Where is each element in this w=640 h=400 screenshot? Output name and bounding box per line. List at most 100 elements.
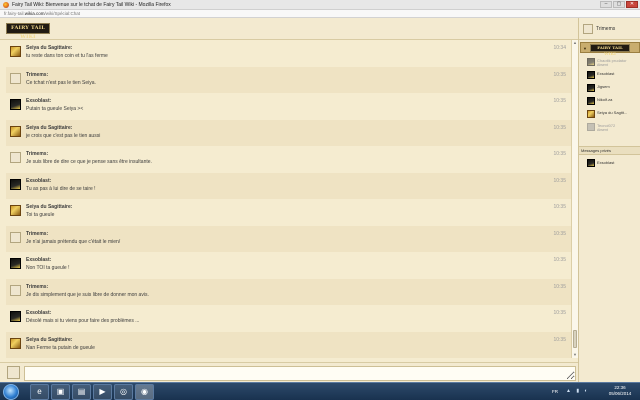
- room-header[interactable]: ▼ FAIRY TAIL WIKI: [580, 42, 640, 56]
- user-avatar: [587, 123, 595, 131]
- message-author[interactable]: Seiya du Sagittaire:: [26, 125, 72, 131]
- user-name: Exsoblast: [597, 71, 615, 76]
- message-avatar[interactable]: [10, 337, 21, 349]
- chat-message: Exsoblast: Putain ta gueule Seiya >< 10:35: [6, 93, 578, 120]
- message-time: 10:35: [553, 230, 566, 237]
- message-time: 10:35: [553, 336, 566, 343]
- message-avatar[interactable]: [10, 258, 21, 269]
- address-bar[interactable]: fr.fairy-tail.wikia.com/wiki/Spécial:Cha…: [0, 10, 640, 18]
- message-author[interactable]: Seiya du Sagittaire:: [26, 337, 72, 343]
- user-name: Seiya du Sagitt...: [597, 110, 628, 115]
- message-author[interactable]: Trimems:: [26, 151, 48, 157]
- maximize-button[interactable]: ▢: [613, 1, 625, 8]
- taskbar-ie-button[interactable]: e: [30, 384, 49, 400]
- taskbar-folder-button[interactable]: ▤: [72, 384, 91, 400]
- message-time: 10:35: [553, 124, 566, 131]
- message-time: 10:35: [553, 204, 566, 210]
- clock-date: 05/06/2014: [608, 391, 632, 396]
- message-text: Je dis simplement que je suis libre de d…: [26, 291, 149, 298]
- pm-item[interactable]: Exsoblast: [579, 157, 640, 169]
- message-text: Non TOI ta gueule !: [26, 265, 70, 271]
- chat-scrollbar[interactable]: ▲ ▼: [571, 40, 578, 358]
- room-wordmark: FAIRY TAIL WIKI: [590, 44, 630, 56]
- chat-header: FAIRY TAIL WIKI: [0, 18, 578, 40]
- chat-message: Exsoblast: Non TOI ta gueule ! 10:35: [6, 252, 578, 279]
- message-author[interactable]: Exsoblast:: [26, 98, 51, 104]
- scroll-thumb[interactable]: [573, 330, 577, 348]
- message-time: 10:35: [553, 71, 566, 78]
- user-name: Jigsem: [597, 84, 610, 89]
- message-avatar[interactable]: [10, 46, 21, 57]
- chat-message: Seiya du Sagittaire: Nan Ferme ta putain …: [6, 331, 578, 358]
- message-author[interactable]: Exsoblast:: [26, 310, 51, 316]
- self-avatar: [7, 366, 20, 379]
- user-list-item[interactable]: Seiya du Sagitt...: [579, 108, 640, 121]
- current-user-name: Trimems: [596, 26, 616, 32]
- window-controls: – ▢ ✕: [600, 1, 638, 8]
- tray-icons[interactable]: ▲ ▮ ◐: [566, 388, 590, 394]
- message-text: Toi ta gueule: [26, 212, 55, 218]
- window-title: Fairy Tail Wiki: Bienvenue sur le tchat …: [12, 1, 171, 8]
- private-messages-header: Messages privés: [579, 146, 640, 155]
- message-text: Putain ta gueule Seiya ><: [26, 106, 84, 112]
- start-button[interactable]: [3, 384, 19, 400]
- message-avatar[interactable]: [10, 231, 21, 243]
- clock[interactable]: 22:36 05/06/2014: [605, 385, 635, 397]
- user-list-item[interactable]: Nikolf.za: [579, 95, 640, 108]
- user-name: Nikolf.za: [597, 97, 613, 102]
- message-text: Ce tchat n'est pas le tien Seiya.: [26, 79, 96, 86]
- pm-avatar: [587, 159, 595, 167]
- chat-input-row: [0, 362, 578, 382]
- user-avatar: [587, 110, 595, 118]
- wiki-wordmark[interactable]: FAIRY TAIL WIKI: [6, 23, 50, 40]
- user-avatar: [587, 58, 595, 66]
- message-text: Je suis libre de dire ce que je pense sa…: [26, 159, 152, 165]
- pm-name: Exsoblast: [597, 160, 615, 165]
- firefox-icon: [3, 1, 9, 8]
- message-time: 10:35: [553, 283, 566, 290]
- chat-message: Trimems: Ce tchat n'est pas le tien Seiya…: [6, 66, 578, 93]
- user-list-item[interactable]: Tecnol072 Absent: [579, 121, 640, 134]
- user-avatar: [587, 84, 595, 92]
- message-avatar[interactable]: [10, 205, 21, 216]
- message-avatar[interactable]: [10, 152, 21, 163]
- message-avatar[interactable]: [10, 125, 21, 137]
- message-avatar[interactable]: [10, 72, 21, 84]
- url-domain: wikia.com: [24, 11, 45, 16]
- message-author[interactable]: Trimems:: [26, 231, 48, 237]
- message-author[interactable]: Trimems:: [26, 284, 48, 290]
- chat-message: Exsoblast: Désolé mais si tu viens pour f…: [6, 305, 578, 332]
- message-avatar[interactable]: [10, 178, 21, 190]
- taskbar-media-button[interactable]: ▶: [93, 384, 112, 400]
- message-time: 10:34: [553, 45, 566, 51]
- message-author[interactable]: Seiya du Sagittaire:: [26, 45, 72, 51]
- taskbar-firefox-button[interactable]: ◉: [135, 384, 154, 400]
- url-text: fr.fairy-tail.wikia.com/wiki/Spécial:Cha…: [4, 11, 80, 16]
- chat-messages[interactable]: Seiya du Sagittaire: tu reste dans ton co…: [6, 40, 578, 358]
- chat-message: Exsoblast: Tu as pas à lui dire de se tai…: [6, 172, 578, 199]
- user-list-item[interactable]: Exsoblast: [579, 69, 640, 82]
- message-author[interactable]: Seiya du Sagittaire:: [26, 204, 72, 210]
- chat-input[interactable]: [24, 366, 576, 381]
- message-avatar[interactable]: [10, 284, 21, 296]
- current-user[interactable]: Trimems: [579, 18, 640, 40]
- user-avatar: [587, 71, 595, 79]
- close-button[interactable]: ✕: [626, 1, 638, 8]
- message-author[interactable]: Trimems:: [26, 72, 48, 78]
- message-time: 10:35: [553, 257, 566, 263]
- message-author[interactable]: Exsoblast:: [26, 178, 51, 184]
- message-author[interactable]: Exsoblast:: [26, 257, 51, 263]
- minimize-button[interactable]: –: [600, 1, 612, 8]
- language-indicator[interactable]: FR: [552, 389, 558, 394]
- chat-message: Seiya du Sagittaire: je crois que c'est p…: [6, 119, 578, 146]
- taskbar-explorer-button[interactable]: ▣: [51, 384, 70, 400]
- taskbar-app-button[interactable]: ◎: [114, 384, 133, 400]
- message-avatar[interactable]: [10, 311, 21, 322]
- message-text: Je n'ai jamais prétendu que c'était le m…: [26, 238, 121, 245]
- user-list-item[interactable]: Jigsem: [579, 82, 640, 95]
- chat-message: Seiya du Sagittaire: tu reste dans ton co…: [6, 40, 578, 67]
- message-time: 10:35: [553, 177, 566, 184]
- user-list-item[interactable]: Chaotik prudator Absent: [579, 56, 640, 69]
- message-text: Désolé mais si tu viens pour faire des p…: [26, 318, 140, 324]
- message-avatar[interactable]: [10, 99, 21, 110]
